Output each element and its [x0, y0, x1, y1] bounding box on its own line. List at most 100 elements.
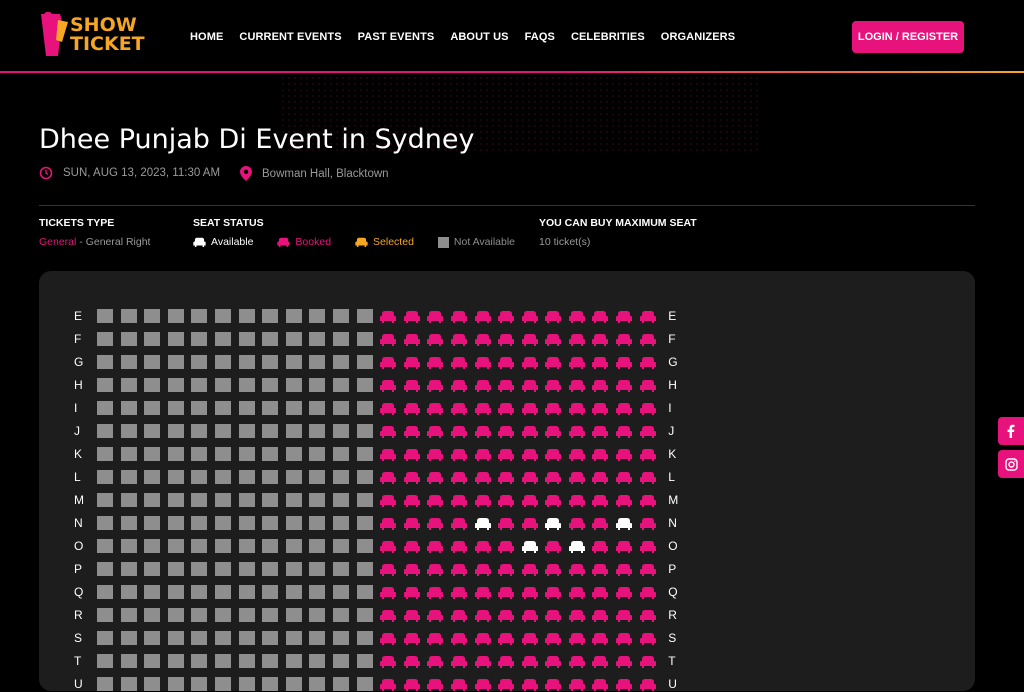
- facebook-button[interactable]: [998, 417, 1024, 445]
- nav-faqs[interactable]: FAQS: [525, 31, 555, 43]
- seat-booked: [521, 470, 538, 484]
- seat-not-available: [309, 401, 326, 415]
- seat-booked-icon: [592, 678, 609, 691]
- seat-row: EE: [74, 308, 686, 324]
- seat-not-available: [167, 470, 184, 484]
- seat-not-available: [285, 493, 302, 507]
- seat-booked-icon: [474, 448, 491, 461]
- show-ticket-logo[interactable]: SHOW TICKET: [38, 12, 145, 62]
- site-header: SHOW TICKET HOME CURRENT EVENTS PAST EVE…: [0, 0, 1024, 73]
- seat-booked: [498, 332, 515, 346]
- seat-booked-icon: [450, 471, 467, 484]
- seat-not-available: [309, 516, 326, 530]
- legend-booked: Booked: [277, 236, 331, 248]
- seat-booked-icon: [616, 402, 633, 415]
- seat-booked-icon: [616, 471, 633, 484]
- seat-available[interactable]: [616, 516, 633, 530]
- seat-not-available: [144, 378, 161, 392]
- seat-not-available: [191, 654, 208, 668]
- main-nav: HOME CURRENT EVENTS PAST EVENTS ABOUT US…: [190, 31, 751, 43]
- seat-available[interactable]: [521, 539, 538, 553]
- seat-not-available: [144, 355, 161, 369]
- seat-booked-icon: [380, 655, 397, 668]
- seat-booked: [592, 608, 609, 622]
- seat-not-available: [144, 493, 161, 507]
- nav-home[interactable]: HOME: [190, 31, 223, 43]
- row-label-right: S: [668, 631, 677, 645]
- seat-booked-icon: [427, 425, 444, 438]
- seat-booked-icon: [592, 563, 609, 576]
- seat-not-available: [144, 424, 161, 438]
- seat-booked: [498, 562, 515, 576]
- seat-booked-icon: [474, 563, 491, 576]
- seat-not-available: [285, 654, 302, 668]
- seat-booked: [403, 493, 420, 507]
- row-label-right: M: [668, 493, 679, 507]
- legend-available: Available: [193, 236, 253, 248]
- seat-booked: [474, 355, 491, 369]
- seat-booked-icon: [498, 609, 515, 622]
- seat-row: JJ: [74, 423, 686, 439]
- seat-not-available: [144, 631, 161, 645]
- seat-not-available: [120, 608, 137, 622]
- seat-not-available: [167, 677, 184, 691]
- seat-booked: [639, 309, 656, 323]
- nav-past-events[interactable]: PAST EVENTS: [358, 31, 435, 43]
- seat-booked-icon: [403, 356, 420, 369]
- seat-available[interactable]: [545, 516, 562, 530]
- seat-booked: [498, 493, 515, 507]
- seat-not-available: [167, 378, 184, 392]
- nav-organizers[interactable]: ORGANIZERS: [661, 31, 735, 43]
- seat-booked: [427, 493, 444, 507]
- seat-not-available: [120, 539, 137, 553]
- seats-group: [97, 470, 663, 484]
- seat-booked-icon: [592, 540, 609, 553]
- seats-group: [97, 539, 663, 553]
- instagram-button[interactable]: [998, 450, 1024, 478]
- seat-booked: [639, 493, 656, 507]
- nav-about-us[interactable]: ABOUT US: [450, 31, 508, 43]
- seat-not-available: [191, 378, 208, 392]
- seat-booked-icon: [498, 563, 515, 576]
- seat-booked-icon: [568, 563, 585, 576]
- seat-booked-icon: [521, 655, 538, 668]
- seat-map-panel: EEFFGGHHIIJJKKLLMMNNOOPPQQRRSSTTUU: [39, 271, 975, 691]
- row-label-left: J: [74, 424, 80, 438]
- seat-booked: [639, 631, 656, 645]
- seat-not-available: [238, 424, 255, 438]
- login-register-button[interactable]: LOGIN / REGISTER: [852, 21, 964, 53]
- seat-not-available: [238, 677, 255, 691]
- seat-available[interactable]: [568, 539, 585, 553]
- seat-not-available: [356, 332, 373, 346]
- seat-booked: [380, 378, 397, 392]
- event-datetime: SUN, AUG 13, 2023, 11:30 AM: [39, 166, 220, 180]
- seat-booked: [616, 493, 633, 507]
- seat-booked-icon: [427, 655, 444, 668]
- seat-booked: [616, 585, 633, 599]
- seat-not-available: [332, 309, 349, 323]
- seat-available[interactable]: [474, 516, 491, 530]
- seat-not-available: [238, 562, 255, 576]
- nav-current-events[interactable]: CURRENT EVENTS: [239, 31, 341, 43]
- seat-booked-icon: [568, 632, 585, 645]
- seat-booked-icon: [568, 448, 585, 461]
- seat-booked: [380, 332, 397, 346]
- seat-booked: [498, 424, 515, 438]
- tickets-type-value[interactable]: General - General Right: [39, 236, 150, 248]
- seat-not-available: [332, 677, 349, 691]
- seat-not-available: [167, 355, 184, 369]
- seat-booked: [521, 677, 538, 691]
- seat-not-available: [285, 631, 302, 645]
- seat-booked: [427, 401, 444, 415]
- seat-booked-icon: [474, 609, 491, 622]
- seat-booked-icon: [450, 356, 467, 369]
- seat-booked-icon: [616, 333, 633, 346]
- seat-booked-icon: [403, 586, 420, 599]
- nav-celebrities[interactable]: CELEBRITIES: [571, 31, 645, 43]
- seat-booked-icon: [403, 333, 420, 346]
- seat-booked-icon: [639, 586, 656, 599]
- seat-booked-icon: [427, 609, 444, 622]
- seat-booked: [639, 562, 656, 576]
- seats-group: [97, 332, 663, 346]
- seats-group: [97, 631, 663, 645]
